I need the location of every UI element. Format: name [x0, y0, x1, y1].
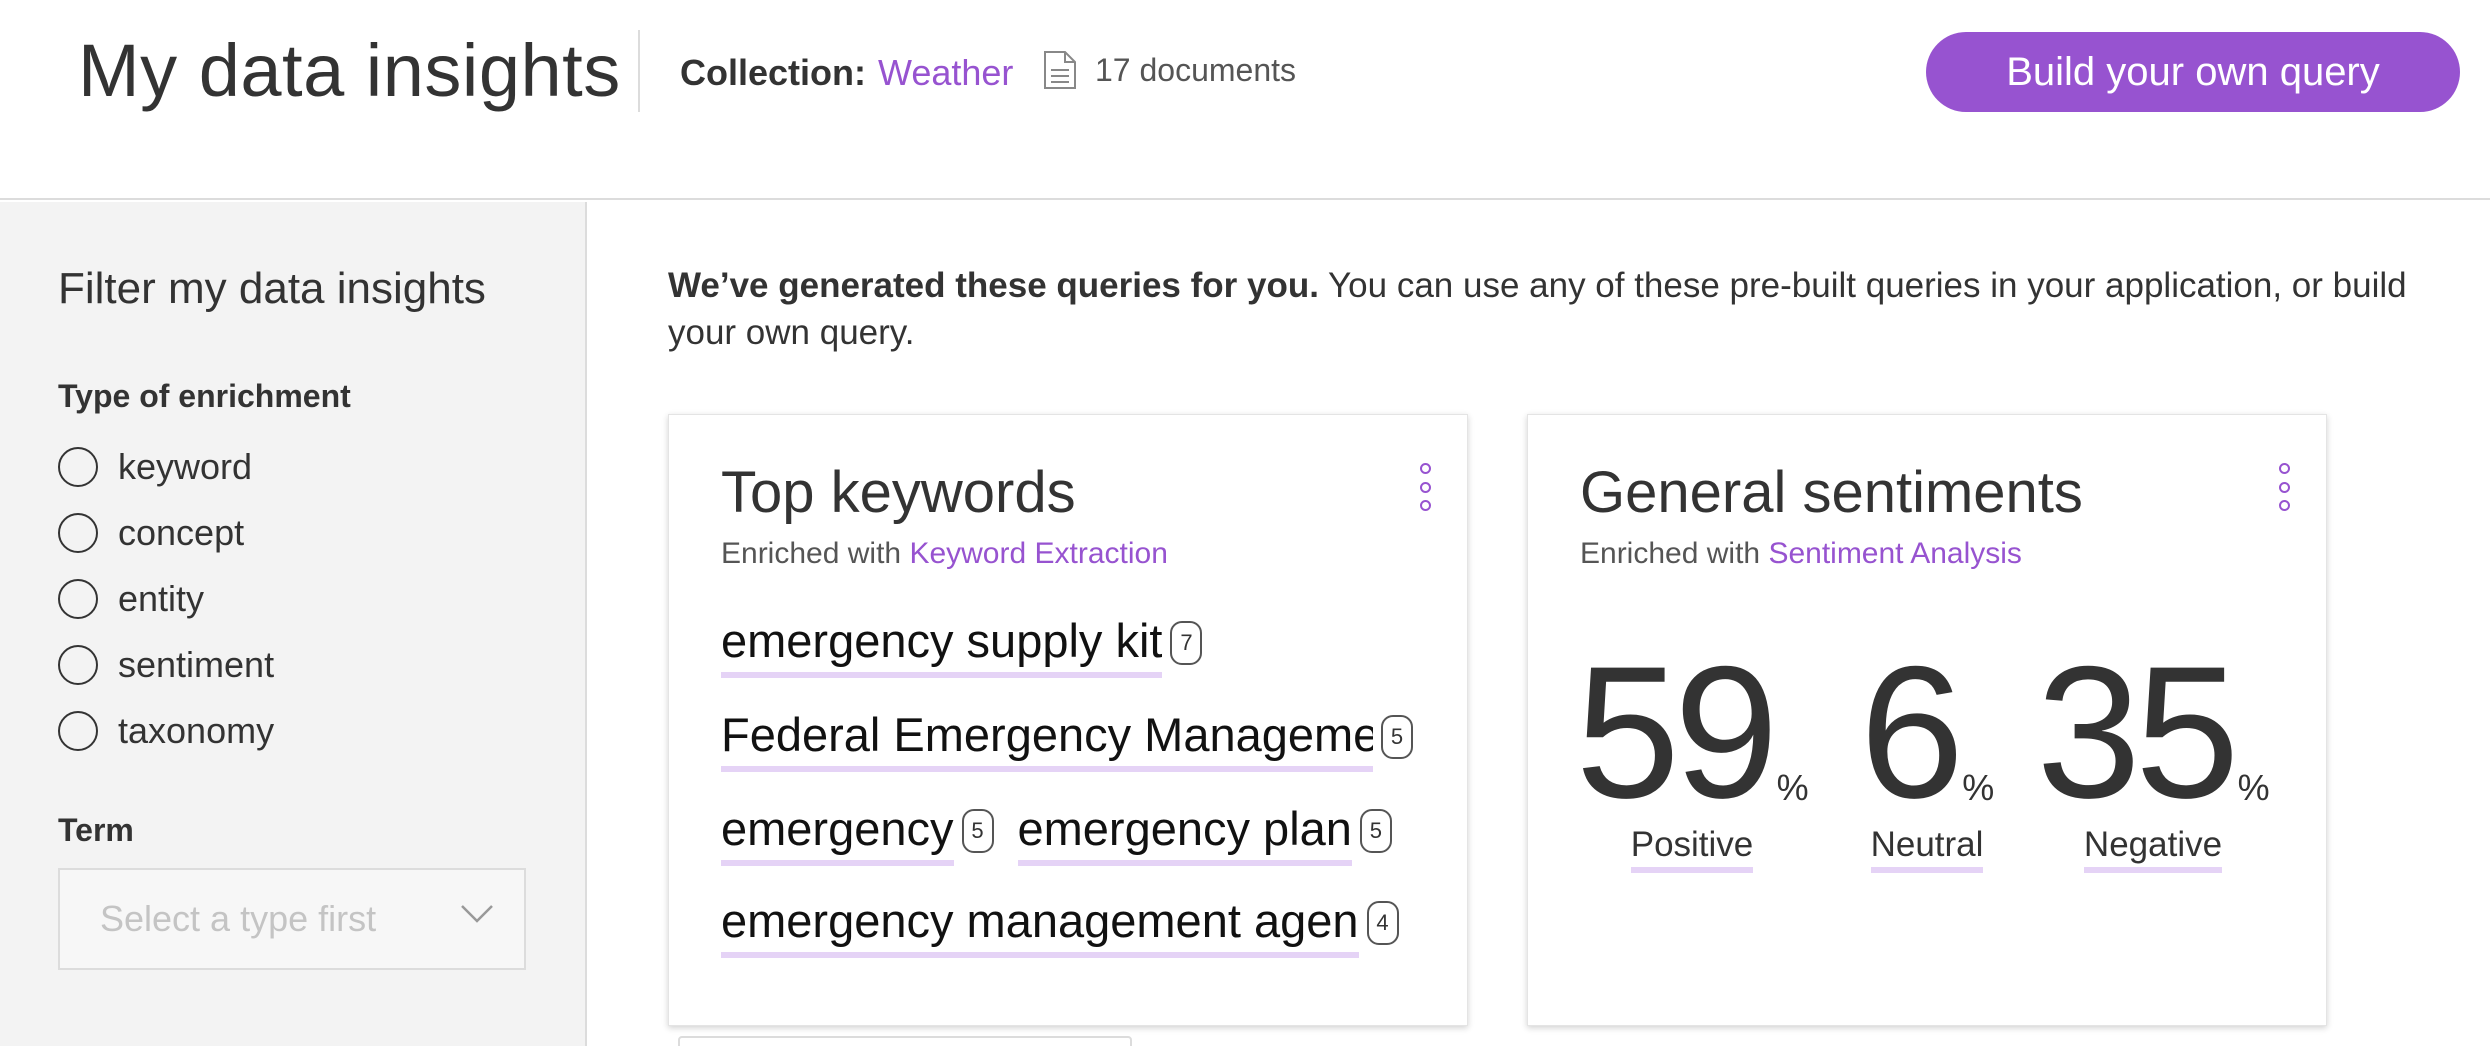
sentiment-analysis-link[interactable]: Sentiment Analysis: [1768, 537, 2021, 570]
radio-label: concept: [118, 512, 245, 553]
keyword-text: emergency: [721, 801, 954, 866]
general-sentiments-card: General sentiments Enriched with Sentime…: [1527, 414, 2327, 1026]
collection-name-link[interactable]: Weather: [878, 52, 1013, 94]
stat-label-link[interactable]: Negative: [2083, 825, 2223, 873]
radio-label: sentiment: [118, 644, 275, 685]
keyword-count-badge: 5: [1381, 715, 1413, 759]
chevron-down-icon: [461, 905, 493, 923]
term-select[interactable]: Select a type first: [58, 868, 526, 970]
keyword-extraction-link[interactable]: Keyword Extraction: [909, 537, 1167, 570]
keyword-item[interactable]: emergency supply kit 7: [721, 613, 1203, 678]
intro-text: We’ve generated these queries for you. Y…: [668, 262, 2408, 356]
keyword-row: Federal Emergency Manageme 5: [721, 707, 1413, 772]
radio-circle-icon[interactable]: [58, 447, 98, 487]
radio-circle-icon[interactable]: [58, 711, 98, 751]
stat-value: 35: [2036, 627, 2239, 837]
enriched-prefix: Enriched with: [1580, 537, 1769, 570]
keyword-text: emergency management agen: [721, 893, 1359, 958]
sentiment-stat-positive: 59 % Positive: [1575, 638, 1809, 873]
term-label: Term: [58, 812, 134, 848]
filter-sidebar: Filter my data insights Type of enrichme…: [0, 202, 587, 1046]
radio-label: entity: [118, 578, 205, 619]
radio-circle-icon[interactable]: [58, 645, 98, 685]
document-count: 17 documents: [1043, 50, 1296, 90]
keyword-count-badge: 5: [1359, 809, 1392, 853]
overflow-menu-icon[interactable]: [2272, 463, 2296, 511]
keyword-row: emergency 5 emergency plan 5: [721, 801, 1392, 866]
document-icon: [1044, 51, 1076, 89]
enriched-with: Enriched with Keyword Extraction: [721, 537, 1168, 571]
next-card-edge: [678, 1036, 1132, 1046]
keyword-row: emergency management agen 4: [721, 893, 1399, 958]
top-keywords-card: Top keywords Enriched with Keyword Extra…: [668, 414, 1468, 1026]
radio-entity[interactable]: entity: [58, 566, 274, 632]
keyword-count-badge: 7: [1170, 621, 1203, 665]
stat-label-link[interactable]: Positive: [1630, 825, 1754, 873]
enrichment-radio-group: keyword concept entity sentiment taxonom…: [58, 434, 274, 764]
keyword-item[interactable]: emergency 5: [721, 801, 994, 866]
stat-unit: %: [2237, 767, 2270, 808]
enrichment-type-label: Type of enrichment: [58, 378, 351, 414]
keyword-item[interactable]: emergency plan 5: [1017, 801, 1392, 866]
term-select-placeholder: Select a type first: [100, 898, 377, 939]
stat-unit: %: [1776, 767, 1809, 808]
stat-unit: %: [1962, 767, 1995, 808]
stat-value: 59: [1575, 627, 1778, 837]
document-count-text: 17 documents: [1095, 51, 1297, 88]
collection-info: Collection: Weather: [680, 52, 1013, 94]
page-title: My data insights: [78, 29, 621, 112]
collection-label: Collection:: [680, 52, 866, 93]
radio-label: taxonomy: [118, 710, 275, 751]
keyword-item[interactable]: Federal Emergency Manageme 5: [721, 707, 1413, 772]
header-divider: [638, 30, 640, 112]
sentiment-stat-negative: 35 % Negative: [2036, 627, 2270, 873]
card-title: Top keywords: [721, 460, 1076, 525]
radio-circle-icon[interactable]: [58, 513, 98, 553]
radio-concept[interactable]: concept: [58, 500, 274, 566]
page-header: My data insights Collection: Weather 17 …: [0, 0, 2490, 200]
keyword-text: Federal Emergency Manageme: [721, 707, 1373, 772]
radio-taxonomy[interactable]: taxonomy: [58, 698, 274, 764]
card-title: General sentiments: [1580, 460, 2083, 525]
keyword-text: emergency plan: [1017, 801, 1352, 866]
build-query-button[interactable]: Build your own query: [1926, 32, 2460, 112]
radio-circle-icon[interactable]: [58, 579, 98, 619]
overflow-menu-icon[interactable]: [1413, 463, 1437, 511]
keyword-count-badge: 5: [961, 809, 994, 853]
keyword-row: emergency supply kit 7: [721, 613, 1203, 678]
radio-sentiment[interactable]: sentiment: [58, 632, 274, 698]
stat-label-link[interactable]: Neutral: [1870, 825, 1984, 873]
sidebar-title: Filter my data insights: [58, 264, 486, 313]
keyword-text: emergency supply kit: [721, 613, 1163, 678]
keyword-count-badge: 4: [1366, 901, 1399, 945]
enriched-with: Enriched with Sentiment Analysis: [1580, 537, 2022, 571]
radio-label: keyword: [118, 446, 253, 487]
sentiment-stat-neutral: 6 % Neutral: [1852, 627, 2002, 873]
radio-keyword[interactable]: keyword: [58, 434, 274, 500]
keyword-item[interactable]: emergency management agen 4: [721, 893, 1399, 958]
stat-value: 6: [1859, 627, 1965, 837]
intro-bold: We’ve generated these queries for you.: [668, 266, 1319, 305]
enriched-prefix: Enriched with: [721, 537, 910, 570]
